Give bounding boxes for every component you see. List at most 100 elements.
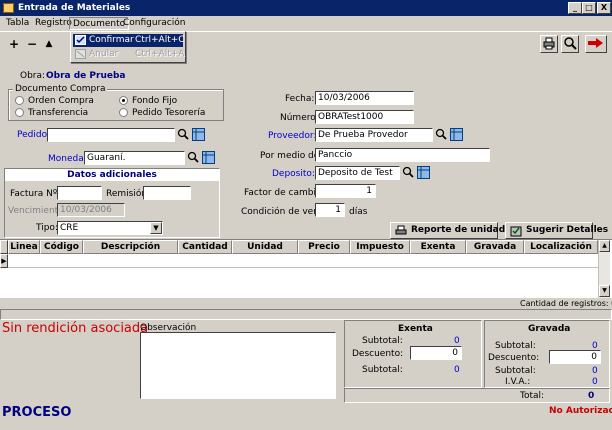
menu-item-confirmar[interactable]: Confirmar Ctrl+Alt+C: [73, 34, 185, 47]
radio-orden-compra[interactable]: [15, 96, 24, 105]
factor-label: Factor de cambio:: [244, 188, 325, 198]
pedido-search-icon[interactable]: [176, 128, 190, 142]
status-strip: [0, 309, 612, 320]
exenta-subtotal2-value: 0: [454, 365, 460, 375]
condicion-input[interactable]: 1: [315, 203, 345, 217]
confirm-icon: [75, 35, 86, 45]
factor-input[interactable]: 1: [315, 184, 376, 198]
menu-item-anular[interactable]: Anular Ctrl+Alt+A: [73, 48, 184, 61]
radio-fondo-fijo[interactable]: [119, 96, 128, 105]
proveedor-table-icon[interactable]: [449, 128, 463, 142]
deposito-table-icon[interactable]: [416, 166, 430, 180]
por-medio-label: Por medio de:: [260, 151, 323, 161]
deposito-input[interactable]: Deposito de Test: [315, 166, 400, 180]
pedido-tesoreria-label: Pedido Tesorería: [132, 108, 206, 118]
radio-pedido-tesoreria[interactable]: [119, 108, 128, 117]
orden-compra-label: Orden Compra: [28, 96, 94, 106]
grid-scrollbar[interactable]: ▲ ▼: [598, 240, 610, 298]
sin-rendicion-label: Sin rendición asociada: [2, 321, 149, 336]
moneda-search-icon[interactable]: [186, 151, 200, 165]
moneda-table-icon[interactable]: [201, 151, 215, 165]
iva-label: I.V.A.:: [505, 377, 531, 387]
vencimiento-input: 10/03/2006: [57, 203, 125, 217]
col-precio[interactable]: Precio: [298, 240, 350, 254]
gravada-descuento-label: Descuento:: [488, 353, 540, 363]
tipo-select[interactable]: CRE: [57, 221, 163, 235]
exenta-subtotal2-label: Subtotal:: [362, 365, 403, 375]
gravada-descuento-input[interactable]: 0: [549, 350, 601, 364]
iva-value: 0: [592, 377, 598, 387]
documento-dropdown: Confirmar Ctrl+Alt+C Anular Ctrl+Alt+A: [70, 31, 186, 63]
transferencia-label: Transferencia: [28, 108, 89, 118]
moneda-input[interactable]: Guaraní.: [84, 151, 185, 165]
fecha-input[interactable]: 10/03/2006: [315, 91, 414, 105]
table-row[interactable]: [8, 254, 598, 268]
proveedor-input[interactable]: De Prueba Provedor: [315, 128, 433, 142]
numero-label: Número:: [280, 113, 319, 123]
fecha-label: Fecha:: [285, 94, 315, 104]
minimize-button[interactable]: _: [568, 2, 582, 14]
col-linea[interactable]: Linea: [8, 240, 40, 254]
pedido-table-icon[interactable]: [191, 128, 205, 142]
tipo-label: Tipo:: [36, 223, 58, 233]
remision-input[interactable]: [143, 186, 191, 200]
scroll-down-icon[interactable]: ▼: [599, 285, 610, 297]
app-icon: [3, 3, 14, 13]
deposito-search-icon[interactable]: [401, 166, 415, 180]
dias-label: días: [349, 207, 368, 217]
cancel-doc-icon: [75, 49, 86, 59]
pedido-input[interactable]: [47, 128, 175, 142]
gravada-title: Gravada: [528, 324, 571, 334]
col-impuesto[interactable]: Impuesto: [350, 240, 410, 254]
obra-label: Obra:: [20, 71, 46, 81]
moneda-label: Moneda:: [48, 154, 87, 164]
print-icon[interactable]: [540, 35, 558, 53]
total-value: 0: [588, 391, 595, 401]
col-descripcion[interactable]: Descripción: [83, 240, 178, 254]
proveedor-search-icon[interactable]: [434, 128, 448, 142]
maximize-button[interactable]: □: [582, 2, 596, 14]
menu-configuracion[interactable]: Configuración: [120, 17, 188, 30]
tipo-chevron-down-icon[interactable]: ▼: [150, 222, 162, 234]
observacion-textarea[interactable]: [140, 332, 336, 399]
factura-label: Factura Nº:: [10, 189, 61, 199]
por-medio-input[interactable]: Panccio: [315, 148, 490, 162]
row-indicator-icon: ▶: [0, 254, 8, 268]
col-codigo[interactable]: Código: [40, 240, 83, 254]
col-gravada[interactable]: Gravada: [466, 240, 524, 254]
anular-label: Anular: [89, 49, 119, 59]
remove-icon[interactable]: −: [24, 36, 40, 52]
add-icon[interactable]: +: [6, 36, 22, 52]
obra-value: Obra de Prueba: [46, 71, 126, 81]
search-icon[interactable]: [561, 35, 579, 53]
col-cantidad[interactable]: Cantidad: [178, 240, 232, 254]
total-label: Total:: [520, 391, 545, 401]
menu-tabla[interactable]: Tabla: [3, 17, 32, 30]
col-unidad[interactable]: Unidad: [232, 240, 298, 254]
radio-transferencia[interactable]: [15, 108, 24, 117]
documento-compra-title: Documento Compra: [13, 84, 108, 94]
exenta-title: Exenta: [398, 324, 433, 334]
status-badge: No Autorizado: [549, 406, 612, 416]
sugerir-detalles-button[interactable]: Sugerir Detalles: [505, 222, 608, 239]
reporte-unidades-button[interactable]: Reporte de unidades: [390, 222, 517, 239]
scroll-up-icon[interactable]: ▲: [599, 240, 610, 252]
factura-input[interactable]: [57, 186, 102, 200]
exit-icon[interactable]: [585, 35, 607, 53]
exenta-subtotal-label: Subtotal:: [362, 336, 403, 346]
print-report-icon: [395, 225, 407, 235]
sugerir-label: Sugerir Detalles: [526, 225, 609, 235]
up-arrow-icon[interactable]: ▲: [41, 36, 57, 52]
proveedor-label: Proveedor:: [268, 131, 317, 141]
col-localizacion[interactable]: Localización: [524, 240, 598, 254]
confirmar-label: Confirmar: [89, 35, 134, 45]
exenta-descuento-input[interactable]: 0: [410, 346, 462, 360]
col-exenta[interactable]: Exenta: [410, 240, 466, 254]
reporte-label: Reporte de unidades: [411, 225, 517, 235]
grid-corner: [0, 240, 8, 254]
deposito-label: Deposito:: [272, 169, 315, 179]
numero-input[interactable]: OBRATest1000: [315, 110, 414, 124]
suggest-icon: [510, 226, 522, 237]
close-button[interactable]: X: [597, 2, 611, 14]
window-title: Entrada de Materiales: [18, 3, 131, 13]
